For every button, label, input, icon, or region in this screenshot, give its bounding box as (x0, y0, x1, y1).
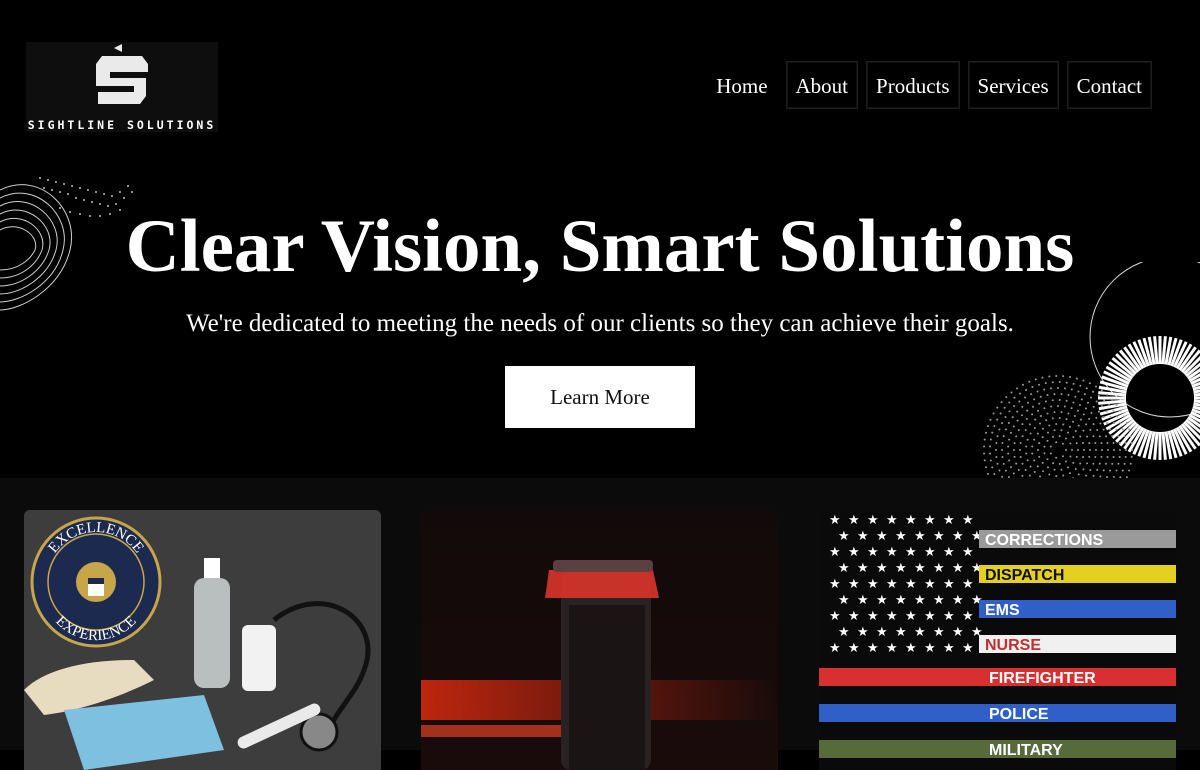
flag-label-police: POLICE (989, 706, 1049, 723)
nav-home[interactable]: Home (706, 61, 777, 109)
brand-name: SIGHTLINE SOLUTIONS (27, 118, 217, 132)
svg-text:★: ★ (895, 529, 907, 544)
feature-cards: EXCELLENCE EXPERIENCE ★ ★ ★ ★ ★ ★ ★ ★ ★ … (0, 478, 1200, 770)
svg-text:★: ★ (895, 561, 907, 576)
brand-logo[interactable]: SIGHTLINE SOLUTIONS (26, 42, 218, 132)
card-first-responders[interactable]: ★ ★ ★ ★ ★ ★ ★ ★ ★ ★ ★ ★ ★ ★ ★ ★ ★ ★ ★ ★ ★ ★ ★ ★ ★ ★ ★ ★ ★ ★ ★ ★ ★ ★ ★ ★ ★ ★ ★ ★… (819, 510, 1176, 770)
svg-text:★: ★ (943, 513, 955, 528)
svg-text:★: ★ (924, 641, 936, 656)
svg-text:★: ★ (952, 625, 964, 640)
svg-text:★: ★ (886, 513, 898, 528)
svg-text:★: ★ (867, 545, 879, 560)
flag-label-firefighter: FIREFIGHTER (989, 670, 1096, 687)
svg-text:★: ★ (924, 609, 936, 624)
svg-text:★: ★ (962, 609, 974, 624)
svg-text:★: ★ (867, 609, 879, 624)
svg-text:★: ★ (886, 641, 898, 656)
svg-text:★: ★ (838, 625, 850, 640)
medical-supplies-image: EXCELLENCE EXPERIENCE (24, 510, 381, 770)
svg-text:★: ★ (848, 513, 860, 528)
svg-text:★: ★ (829, 513, 841, 528)
svg-text:★: ★ (886, 577, 898, 592)
svg-text:★: ★ (829, 609, 841, 624)
flag-label-ems: EMS (985, 602, 1020, 619)
svg-text:★: ★ (876, 561, 888, 576)
svg-text:★: ★ (829, 641, 841, 656)
svg-text:★: ★ (914, 625, 926, 640)
svg-text:★: ★ (829, 577, 841, 592)
svg-text:★: ★ (848, 545, 860, 560)
svg-text:★: ★ (838, 593, 850, 608)
card-product-device[interactable] (421, 510, 778, 770)
flag-label-dispatch: DISPATCH (985, 567, 1064, 584)
svg-text:★: ★ (914, 561, 926, 576)
hero-title: Clear Vision, Smart Solutions (125, 205, 1075, 288)
svg-text:★: ★ (952, 529, 964, 544)
svg-text:★: ★ (876, 625, 888, 640)
sightline-s-icon (96, 44, 148, 104)
svg-text:★: ★ (857, 529, 869, 544)
svg-text:★: ★ (895, 625, 907, 640)
svg-text:★: ★ (905, 641, 917, 656)
svg-text:★: ★ (857, 593, 869, 608)
learn-more-button[interactable]: Learn More (505, 366, 695, 428)
card-medical-supplies[interactable]: EXCELLENCE EXPERIENCE (24, 510, 381, 770)
svg-text:★: ★ (962, 513, 974, 528)
svg-text:★: ★ (867, 513, 879, 528)
flag-label-nurse: NURSE (985, 637, 1041, 654)
nav-services[interactable]: Services (967, 61, 1059, 109)
svg-text:★: ★ (905, 545, 917, 560)
hero-subtitle: We're dedicated to meeting the needs of … (186, 310, 1014, 337)
svg-text:★: ★ (876, 529, 888, 544)
svg-text:★: ★ (905, 513, 917, 528)
svg-text:★: ★ (962, 545, 974, 560)
svg-text:★: ★ (857, 561, 869, 576)
svg-text:★: ★ (876, 593, 888, 608)
svg-text:★: ★ (943, 577, 955, 592)
svg-text:★: ★ (914, 529, 926, 544)
svg-text:★: ★ (962, 641, 974, 656)
svg-text:★: ★ (895, 593, 907, 608)
svg-text:★: ★ (886, 609, 898, 624)
svg-text:★: ★ (952, 593, 964, 608)
svg-text:★: ★ (933, 625, 945, 640)
svg-text:★: ★ (924, 513, 936, 528)
svg-text:★: ★ (867, 577, 879, 592)
svg-text:★: ★ (857, 625, 869, 640)
svg-text:★: ★ (905, 609, 917, 624)
svg-text:★: ★ (838, 529, 850, 544)
flag-label-corrections: CORRECTIONS (985, 532, 1104, 549)
svg-text:★: ★ (905, 577, 917, 592)
nav-about[interactable]: About (785, 61, 859, 109)
svg-text:★: ★ (848, 609, 860, 624)
svg-text:★: ★ (943, 609, 955, 624)
svg-text:★: ★ (914, 593, 926, 608)
svg-text:★: ★ (933, 561, 945, 576)
svg-text:★: ★ (848, 641, 860, 656)
svg-text:★: ★ (829, 545, 841, 560)
svg-text:★: ★ (848, 577, 860, 592)
svg-text:★: ★ (952, 561, 964, 576)
flag-label-military: MILITARY (989, 742, 1063, 759)
nav-contact[interactable]: Contact (1066, 61, 1152, 109)
svg-text:★: ★ (943, 641, 955, 656)
radial-decoration-right (983, 262, 1200, 478)
nav-products[interactable]: Products (866, 61, 960, 109)
svg-text:★: ★ (933, 593, 945, 608)
svg-text:★: ★ (924, 545, 936, 560)
device-image (421, 510, 778, 770)
thin-line-flag-image: ★ ★ ★ ★ ★ ★ ★ ★★ ★ ★ ★ ★ ★ ★ ★★ ★ ★ ★ ★ ★ ★ ★★ ★ ★ ★ ★ ★ ★ ★★ ★ ★ ★ ★ ★ ★ ★… (819, 510, 1176, 770)
svg-text:★: ★ (838, 561, 850, 576)
svg-text:★: ★ (867, 641, 879, 656)
svg-text:★: ★ (962, 577, 974, 592)
svg-text:★: ★ (933, 529, 945, 544)
svg-text:★: ★ (924, 577, 936, 592)
svg-text:★: ★ (943, 545, 955, 560)
main-nav: Home About Products Services Contact (706, 61, 1152, 109)
svg-text:★: ★ (886, 545, 898, 560)
